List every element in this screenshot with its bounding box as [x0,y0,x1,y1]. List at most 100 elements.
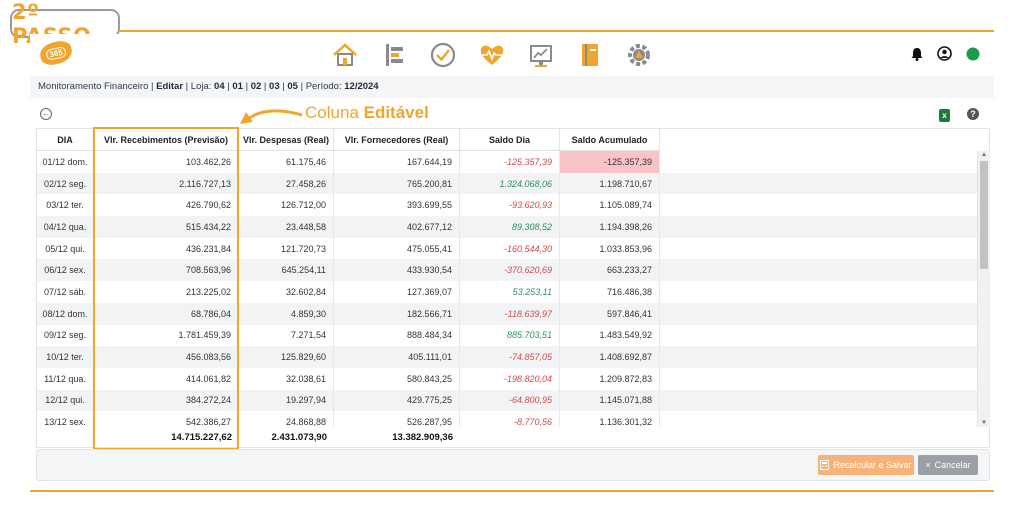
cell-dia: 13/12 sex. [37,411,94,427]
cell-recebimentos-editable[interactable]: 542.386,27 [94,411,239,427]
excel-export-icon[interactable]: x [939,109,950,122]
cell-recebimentos-editable[interactable]: 68.786,04 [94,302,239,325]
cell-saldo-dia: -74.857,05 [460,346,560,368]
cell-dia: 08/12 dom. [37,302,94,325]
cell-recebimentos-editable[interactable]: 103.462,26 [94,151,239,173]
table-row: 12/12 qui. 384.272,24 19.297,94 429.775,… [37,389,977,412]
header-despesas[interactable]: Vlr. Despesas (Real) [239,129,334,151]
table-scrollbar[interactable]: ▲ ▼ [977,151,990,427]
total-despesas: 2.431.073,90 [271,431,327,443]
cell-recebimentos-editable[interactable]: 426.790,62 [94,194,239,217]
cell-recebimentos-editable[interactable]: 414.061,82 [94,367,239,390]
breadcrumb-module[interactable]: Monitoramento Financeiro [38,81,148,92]
cell-dia: 11/12 qua. [37,367,94,390]
cell-recebimentos-editable[interactable]: 456.083,56 [94,346,239,368]
trend-chart-icon[interactable] [526,40,556,70]
cell-recebimentos-editable[interactable]: 2.116.727,13 [94,172,239,195]
cell-recebimentos-editable[interactable]: 436.231,84 [94,237,239,260]
scroll-up-icon[interactable]: ▲ [981,152,987,158]
cell-fornecedores: 475.055,41 [334,237,460,260]
cell-fornecedores: 167.644,19 [334,151,460,173]
cell-despesas: 645.254,11 [239,259,334,282]
cell-saldo-dia: -160.544,30 [460,237,560,260]
cell-fornecedores: 526.287,95 [334,411,460,427]
cell-saldo-dia: -64.800,95 [460,389,560,412]
financial-table: DIA Vlr. Recebimentos (Previsão) Vlr. De… [36,128,990,448]
cell-despesas: 7.271,54 [239,324,334,347]
cell-saldo-acumulado: 1.483.549,92 [560,324,660,347]
help-icon[interactable]: ? [967,108,979,120]
cell-dia: 01/12 dom. [37,151,94,173]
cell-despesas: 4.859,30 [239,302,334,325]
header-saldo-dia[interactable]: Saldo Dia [460,129,560,151]
status-dot-icon [966,47,980,66]
loja-04: 04 [214,81,225,92]
cell-fornecedores: 402.677,12 [334,216,460,238]
cell-saldo-acumulado: 716.486,38 [560,281,660,303]
table-totals: 14.715.227,62 2.431.073,90 13.382.909,36 [37,427,460,447]
header-recebimentos[interactable]: Vlr. Recebimentos (Previsão) [94,129,239,151]
header-dia[interactable]: DIA [37,129,94,151]
table-row: 09/12 seg. 1.781.459,39 7.271,54 888.484… [37,324,977,347]
notebook-icon[interactable] [575,40,605,70]
cell-saldo-acumulado: 1.209.872,83 [560,367,660,390]
cell-saldo-dia: 1.324.068,06 [460,172,560,195]
cell-saldo-acumulado: -125.357,39 [560,151,660,173]
back-arrow-icon[interactable]: ← [40,108,52,120]
annotation-arrow-icon [240,109,303,124]
cell-fornecedores: 127.369,07 [334,281,460,303]
heart-pulse-icon[interactable] [477,40,507,70]
header-saldo-acumulado[interactable]: Saldo Acumulado [560,129,660,151]
app-logo[interactable]: 365 [38,38,74,68]
cell-recebimentos-editable[interactable]: 515.434,22 [94,216,239,238]
header-fornecedores[interactable]: Vlr. Fornecedores (Real) [334,129,460,151]
annotation-label: Coluna Editável [305,103,429,122]
logo-text: 365 [45,45,67,61]
cell-recebimentos-editable[interactable]: 708.563,96 [94,259,239,282]
cell-fornecedores: 393.699,55 [334,194,460,217]
cell-recebimentos-editable[interactable]: 213.225,02 [94,281,239,303]
table-row: 01/12 dom. 103.462,26 61.175,46 167.644,… [37,151,977,173]
cell-saldo-dia: 885.703,51 [460,324,560,347]
cell-dia: 10/12 ter. [37,346,94,368]
gear-triangle-icon[interactable] [624,40,654,70]
list-icon[interactable] [379,40,409,70]
cancel-button[interactable]: × Cancelar [918,455,978,475]
table-row: 11/12 qua. 414.061,82 32.038,61 580.843,… [37,367,977,390]
scroll-thumb[interactable] [980,161,988,269]
breadcrumb: Monitoramento Financeiro | Editar | Loja… [30,76,994,98]
cell-recebimentos-editable[interactable]: 384.272,24 [94,389,239,412]
cell-despesas: 32.602,84 [239,281,334,303]
bottom-divider [30,490,994,492]
cell-dia: 02/12 seg. [37,172,94,195]
recalculate-save-button[interactable]: Recalcular e Salvar [818,455,914,475]
cell-despesas: 19.297,94 [239,389,334,412]
bell-icon[interactable] [911,47,923,66]
user-icon[interactable] [937,46,952,66]
calculator-icon [820,460,830,470]
cell-recebimentos-editable[interactable]: 1.781.459,39 [94,324,239,347]
table-row: 07/12 sáb. 213.225,02 32.602,84 127.369,… [37,281,977,303]
cell-despesas: 24.868,88 [239,411,334,427]
cell-despesas: 125.829,60 [239,346,334,368]
header-actions [911,46,980,66]
table-row: 05/12 qui. 436.231,84 121.720,73 475.055… [37,237,977,260]
table-body: 01/12 dom. 103.462,26 61.175,46 167.644,… [37,151,977,427]
cell-dia: 03/12 ter. [37,194,94,217]
total-recebimentos: 14.715.227,62 [171,431,232,443]
table-row: 10/12 ter. 456.083,56 125.829,60 405.111… [37,346,977,368]
cell-dia: 04/12 qua. [37,216,94,238]
cell-despesas: 32.038,61 [239,367,334,390]
periodo-value: 12/2024 [344,81,379,92]
cell-dia: 12/12 qui. [37,389,94,412]
total-fornecedores: 13.382.909,36 [392,431,453,443]
cell-saldo-acumulado: 1.136.301,32 [560,411,660,427]
cell-fornecedores: 182.566,71 [334,302,460,325]
home-icon[interactable] [330,40,360,70]
top-header: 365 [30,34,994,76]
cell-fornecedores: 888.484,34 [334,324,460,347]
scroll-down-icon[interactable]: ▼ [981,420,987,426]
cell-saldo-acumulado: 1.198.710,67 [560,172,660,195]
table-row: 13/12 sex. 542.386,27 24.868,88 526.287,… [37,411,977,427]
check-circle-icon[interactable] [428,40,458,70]
